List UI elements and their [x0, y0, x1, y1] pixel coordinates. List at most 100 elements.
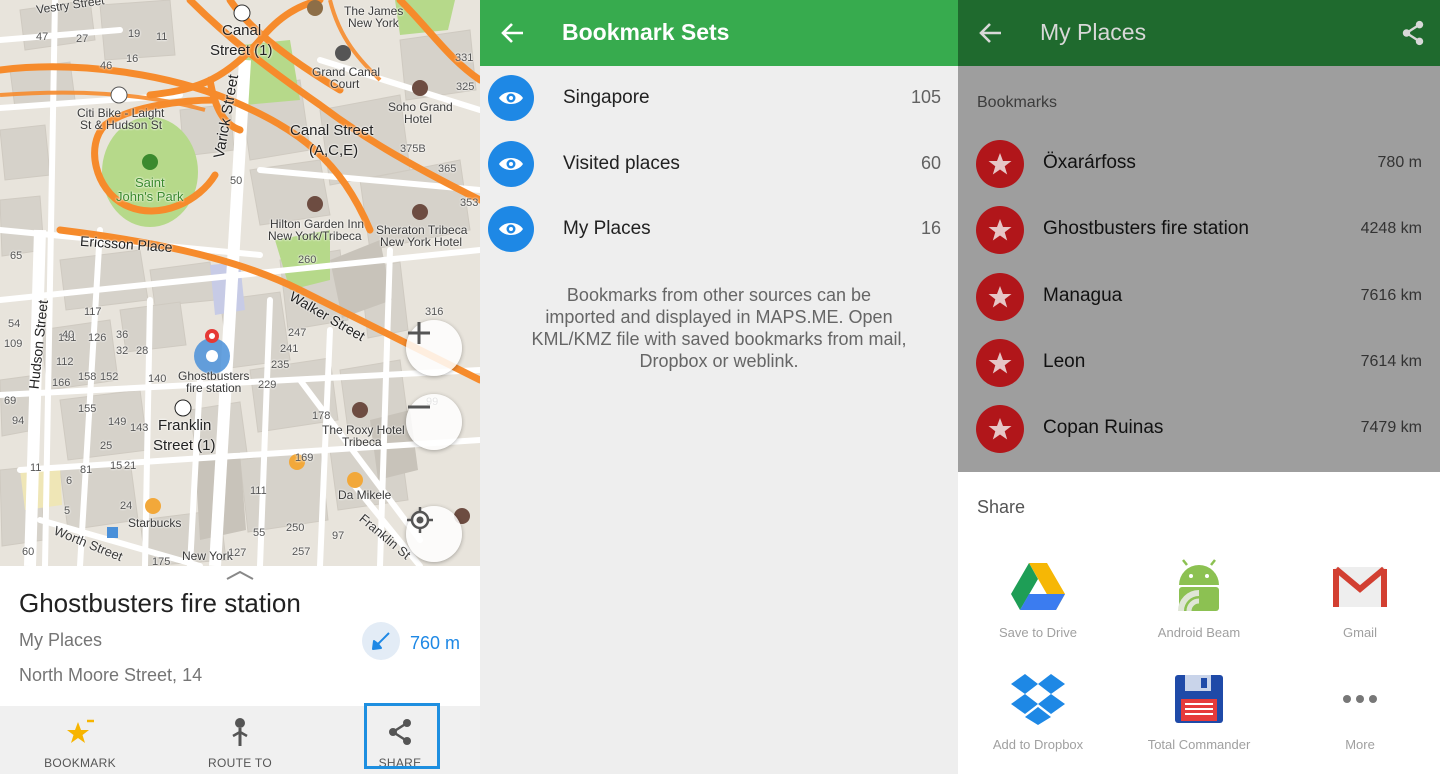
minus-icon: [408, 405, 430, 409]
map-label: New York: [348, 16, 399, 30]
share-target[interactable]: Total Commander: [1119, 670, 1279, 765]
share-target[interactable]: Add to Dropbox: [958, 670, 1118, 765]
house-number-label: 316: [425, 306, 444, 318]
house-number-label: 15: [110, 460, 123, 472]
route-pin-icon: [232, 718, 248, 746]
crosshair-icon: [407, 507, 433, 533]
house-number-label: 250: [286, 522, 305, 534]
bookmark-row[interactable]: Öxarárfoss 780 m: [958, 131, 1440, 197]
gmail-icon: [1331, 558, 1389, 616]
bookmark-name: Öxarárfoss: [1043, 152, 1136, 173]
house-number-label: 140: [148, 373, 167, 385]
house-number-label: 55: [253, 527, 266, 539]
zoom-in-button[interactable]: [406, 320, 462, 376]
dropbox-icon: [1009, 670, 1067, 728]
map-label: Da Mikele: [338, 488, 392, 502]
map-label: St & Hudson St: [80, 118, 163, 132]
house-number-label: 32: [116, 345, 129, 357]
eye-visibility-icon[interactable]: [488, 140, 534, 187]
house-number-label: 36: [116, 329, 129, 341]
share-target[interactable]: More: [1280, 670, 1440, 765]
bookmark-set-name: Singapore: [563, 87, 650, 108]
map-label: New York: [182, 549, 233, 563]
bookmark-sets-appbar: Bookmark Sets: [480, 0, 958, 66]
map-view[interactable]: Vestry Street Canal Street (1) The James…: [0, 0, 480, 566]
map-label: Saint: [135, 175, 165, 190]
page-title: My Places: [1040, 19, 1147, 45]
back-arrow-icon[interactable]: [978, 20, 1004, 46]
zoom-out-button[interactable]: [406, 394, 462, 450]
bookmark-button[interactable]: BOOKMARK: [0, 706, 160, 774]
house-number-label: 21: [124, 460, 137, 472]
share-target[interactable]: Android Beam: [1119, 558, 1279, 653]
share-target-label: Android Beam: [1157, 625, 1241, 640]
house-number-label: 11: [30, 462, 42, 474]
bookmark-distance: 4248 km: [1360, 220, 1422, 238]
share-target[interactable]: Save to Drive: [958, 558, 1118, 653]
bookmark-distance: 7479 km: [1360, 419, 1422, 437]
chevron-up-icon[interactable]: [226, 570, 254, 580]
bookmark-row[interactable]: Ghostbusters fire station 4248 km: [958, 197, 1440, 263]
bookmark-set-name: Visited places: [563, 152, 680, 174]
share-target[interactable]: Gmail: [1280, 558, 1440, 653]
house-number-label: 155: [78, 403, 97, 415]
house-number-label: 54: [8, 318, 21, 330]
bookmark-set-row[interactable]: Singapore 105: [480, 66, 958, 131]
place-distance: 760 m: [410, 633, 461, 653]
import-info-text: Bookmarks from other sources can be impo…: [531, 285, 907, 371]
share-target-label: More: [1345, 737, 1375, 752]
bookmark-label: BOOKMARK: [44, 756, 116, 770]
house-number-label: 235: [271, 359, 290, 371]
map-label: fire station: [186, 381, 242, 395]
house-number-label: 178: [312, 410, 331, 422]
route-to-button[interactable]: ROUTE TO: [160, 706, 320, 774]
place-address: North Moore Street, 14: [19, 665, 203, 685]
house-number-label: 25: [100, 440, 113, 452]
bookmark-row[interactable]: Leon 7614 km: [958, 330, 1440, 396]
house-number-label: 47: [36, 31, 49, 43]
map-label: Hotel: [404, 112, 433, 126]
bookmark-set-count: 105: [910, 87, 941, 107]
map-label: Canal Street: [290, 122, 374, 139]
bookmark-set-count: 16: [920, 218, 941, 238]
map-label: Franklin: [158, 417, 212, 434]
house-number-label: 260: [298, 254, 317, 266]
my-places-appbar: My Places: [958, 0, 1440, 66]
my-location-button[interactable]: [406, 506, 462, 562]
bookmark-row[interactable]: Managua 7616 km: [958, 264, 1440, 330]
map-label: Court: [330, 77, 360, 91]
house-number-label: 28: [136, 345, 149, 357]
house-number-label: 175: [152, 556, 171, 566]
map-label: Street (1): [153, 437, 216, 454]
house-number-label: 152: [100, 371, 119, 383]
eye-visibility-icon[interactable]: [488, 75, 534, 121]
map-label: Starbucks: [128, 516, 182, 530]
house-number-label: 325: [456, 81, 475, 93]
house-number-label: 111: [250, 485, 267, 497]
map-label: New York Hotel: [380, 235, 463, 249]
house-number-label: 126: [88, 332, 107, 344]
house-number-label: 117: [84, 306, 102, 318]
place-category: My Places: [19, 630, 103, 650]
house-number-label: 50: [230, 175, 243, 187]
house-number-label: 143: [130, 422, 149, 434]
house-number-label: 27: [76, 33, 89, 45]
bookmark-row[interactable]: Copan Ruinas 7479 km: [958, 396, 1440, 462]
house-number-label: 24: [120, 500, 133, 512]
house-number-label: 81: [80, 464, 93, 476]
house-number-label: 16: [126, 53, 139, 65]
house-number-label: 65: [10, 250, 23, 262]
eye-visibility-icon[interactable]: [488, 206, 534, 252]
back-arrow-icon[interactable]: [500, 20, 526, 46]
bookmark-set-name: My Places: [563, 218, 651, 239]
place-title: Ghostbusters fire station: [19, 588, 301, 618]
bookmark-star-icon: [976, 206, 1024, 255]
share-icon[interactable]: [1400, 20, 1426, 46]
house-number-label: 365: [438, 163, 457, 175]
bookmark-set-row[interactable]: Visited places 60: [480, 132, 958, 197]
share-target-label: Total Commander: [1147, 737, 1251, 752]
bookmark-sets-screen: Bookmark Sets Singapore 105 Visited places…: [480, 0, 958, 774]
plus-icon: [408, 322, 430, 344]
map-screen: Vestry Street Canal Street (1) The James…: [0, 0, 480, 774]
bookmark-set-row[interactable]: My Places 16: [480, 197, 958, 262]
